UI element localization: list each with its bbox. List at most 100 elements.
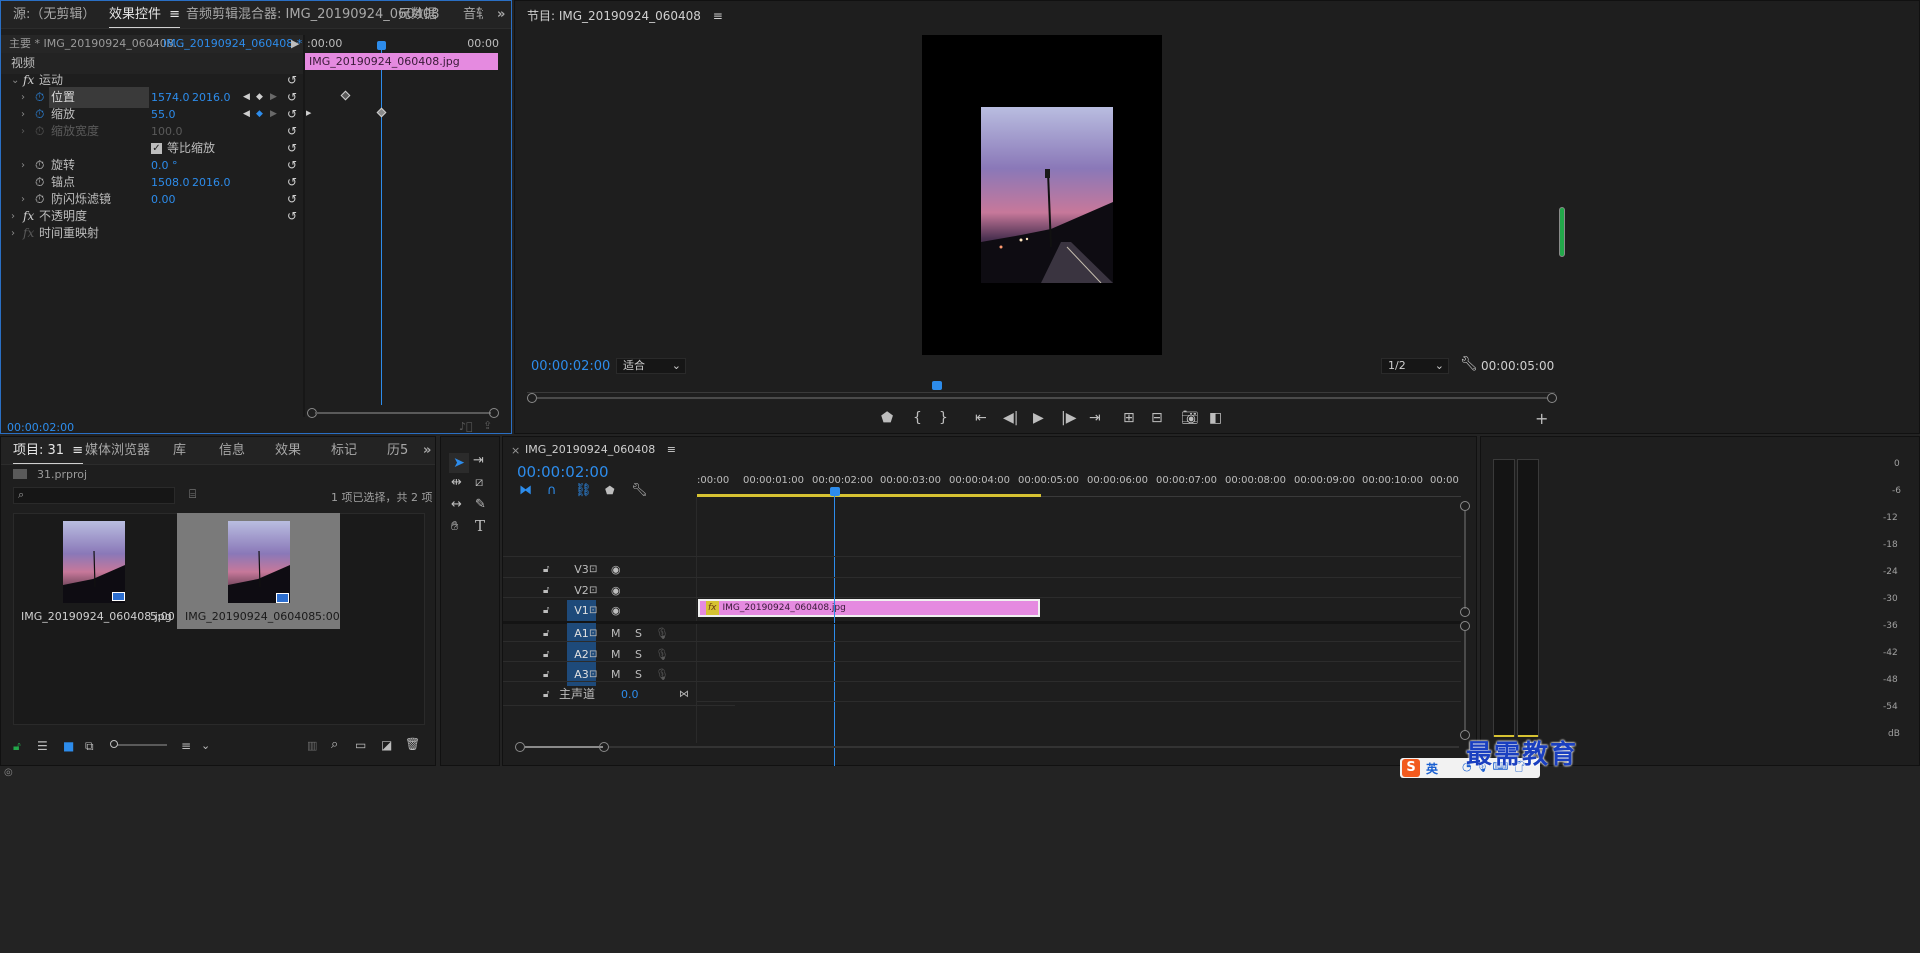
mark-in-icon[interactable]: {: [913, 408, 922, 428]
time-remap-row[interactable]: › fx 时间重映射: [1, 223, 303, 244]
slip-tool-icon[interactable]: ↔: [451, 497, 462, 512]
tab-effect-controls[interactable]: 效果控件 ≡: [109, 1, 181, 28]
project-item-selected[interactable]: IMG_20190924_060408 5:00: [177, 513, 340, 629]
tab-media-browser[interactable]: 媒体浏览器: [85, 437, 150, 464]
program-timecode[interactable]: 00:00:02:00: [531, 359, 610, 374]
go-to-out-icon[interactable]: ⇥: [1089, 408, 1101, 428]
ime-mode-label[interactable]: 英: [1426, 760, 1438, 777]
eye-icon[interactable]: ◉: [611, 598, 621, 623]
track-lane-a2[interactable]: [697, 641, 1461, 661]
play-clip-icon[interactable]: ▶: [291, 35, 299, 53]
program-playhead-icon[interactable]: [932, 381, 942, 390]
track-lane-a1[interactable]: [697, 624, 1461, 641]
wrench-icon[interactable]: 🔧︎: [631, 483, 648, 498]
find-icon[interactable]: ⌸: [189, 487, 196, 502]
lift-icon[interactable]: ⊞: [1123, 408, 1135, 428]
type-tool-icon[interactable]: T: [475, 517, 485, 535]
sequence-tab[interactable]: IMG_20190924_060408 ≡: [525, 443, 676, 456]
razor-tool-icon[interactable]: ⧄: [475, 475, 483, 490]
pen-tool-icon[interactable]: ✎: [475, 497, 486, 512]
play-icon[interactable]: ▶: [1033, 408, 1044, 428]
project-search-input[interactable]: ⌕: [13, 487, 175, 504]
keyframe-diamond-icon[interactable]: [340, 90, 351, 101]
timeline-clip[interactable]: fx IMG_20190924_060408.jpg: [698, 599, 1040, 617]
chevron-down-icon[interactable]: ⌄: [147, 35, 156, 53]
track-lane-master[interactable]: [697, 681, 1461, 702]
tab-markers[interactable]: 标记: [331, 437, 357, 464]
sequence-clip-label[interactable]: IMG_20190924_060408 * ...: [163, 35, 303, 53]
tab-libraries[interactable]: 库: [173, 437, 186, 464]
export-frame-camera-icon[interactable]: 📷︎: [1181, 408, 1199, 428]
new-item-icon[interactable]: ◪: [381, 738, 392, 752]
sogou-logo-icon[interactable]: S: [1402, 759, 1420, 777]
column-divider[interactable]: [303, 35, 305, 417]
extract-icon[interactable]: ⊟: [1151, 408, 1163, 428]
lock-icon[interactable]: 🔓︎: [543, 682, 549, 707]
mark-out-icon[interactable]: }: [939, 408, 948, 428]
sync-lock-icon[interactable]: ⊡: [589, 598, 597, 623]
work-area-bar[interactable]: [697, 494, 1041, 497]
more-tabs-chevron-icon[interactable]: »: [497, 1, 505, 28]
tab-project[interactable]: 项目: 31 ≡: [13, 437, 84, 464]
video-vscroll-track[interactable]: [1464, 511, 1466, 609]
tab-metadata[interactable]: 元数据: [398, 1, 437, 28]
mini-timeline-ruler[interactable]: :00:00 00:00: [305, 35, 501, 53]
more-tabs-chevron-icon[interactable]: »: [423, 437, 431, 464]
audio-vscroll-top-handle[interactable]: [1460, 621, 1470, 631]
video-vscroll-top-handle[interactable]: [1460, 501, 1470, 511]
tab-effects[interactable]: 效果: [275, 437, 301, 464]
fit-dropdown[interactable]: 适合 ⌄: [616, 358, 686, 374]
master-track-value[interactable]: 0.0: [621, 682, 639, 707]
track-lane-v2[interactable]: [697, 577, 1461, 597]
ec-timecode[interactable]: 00:00:02:00: [7, 421, 74, 434]
program-zoom-scrollbar[interactable]: [537, 397, 1547, 399]
sort-icon[interactable]: ≡: [181, 739, 191, 753]
panel-menu-icon[interactable]: ≡: [72, 443, 83, 458]
wrench-icon[interactable]: 🔧︎: [1460, 356, 1478, 372]
track-lane-a3[interactable]: [697, 661, 1461, 681]
audio-vscroll-track[interactable]: [1464, 631, 1466, 731]
zoom-scrollbar[interactable]: [315, 412, 491, 414]
add-marker-icon[interactable]: ⬟: [605, 484, 615, 497]
tab-source[interactable]: 源:（无剪辑）: [13, 1, 95, 28]
trash-icon[interactable]: 🗑︎: [405, 737, 420, 751]
chevron-right-icon[interactable]: ›: [11, 223, 15, 244]
new-bin-icon[interactable]: ▭: [355, 738, 366, 752]
timeline-hscroll-thumb[interactable]: [525, 746, 603, 748]
panel-menu-icon[interactable]: ≡: [667, 443, 676, 456]
timeline-playhead-icon[interactable]: [830, 487, 840, 496]
track-select-tool-icon[interactable]: ⇥: [473, 453, 484, 468]
track-lane-v3[interactable]: [697, 556, 1461, 577]
zoom-end-handle[interactable]: [489, 408, 499, 418]
go-to-in-icon[interactable]: ⇤: [975, 408, 987, 428]
compare-view-icon[interactable]: ◧: [1209, 408, 1222, 428]
zoom-slider-handle[interactable]: [110, 740, 118, 748]
tab-info[interactable]: 信息: [219, 437, 245, 464]
program-zoom-start-handle[interactable]: [527, 393, 537, 403]
hand-tool-icon[interactable]: ✋︎: [451, 519, 458, 534]
tab-audio-tracks[interactable]: 音轨: [463, 1, 483, 28]
lock-icon[interactable]: 🔓︎: [13, 739, 21, 754]
export-icon[interactable]: ⇪: [483, 419, 492, 432]
nest-icon[interactable]: ⧓: [519, 483, 532, 498]
mini-playhead-icon[interactable]: [377, 41, 386, 50]
add-button-icon[interactable]: +: [1535, 409, 1548, 429]
tab-history[interactable]: 历5: [387, 437, 408, 464]
panel-menu-icon[interactable]: ≡: [713, 9, 723, 23]
program-ruler[interactable]: [527, 381, 1555, 393]
chevron-down-icon[interactable]: ⌄: [201, 739, 210, 752]
add-marker-icon[interactable]: ⬟: [881, 408, 893, 428]
automate-to-sequence-icon[interactable]: ▥: [307, 739, 317, 752]
zoom-slider[interactable]: [113, 744, 167, 746]
freeform-view-icon[interactable]: ⧉: [85, 739, 94, 754]
project-item[interactable]: IMG_20190924_060408.jpg 5:00: [15, 515, 175, 627]
list-view-icon[interactable]: ☰: [37, 739, 48, 753]
uniform-scale-checkbox[interactable]: ✓: [151, 143, 162, 154]
panel-menu-icon[interactable]: ≡: [169, 7, 180, 22]
step-forward-icon[interactable]: |▶: [1061, 408, 1076, 428]
close-icon[interactable]: ×: [511, 444, 520, 457]
resolution-dropdown[interactable]: 1/2 ⌄: [1381, 358, 1449, 374]
program-zoom-end-handle[interactable]: [1547, 393, 1557, 403]
lock-icon[interactable]: 🔓︎: [543, 598, 549, 623]
linked-selection-icon[interactable]: ⛓︎: [575, 483, 592, 498]
